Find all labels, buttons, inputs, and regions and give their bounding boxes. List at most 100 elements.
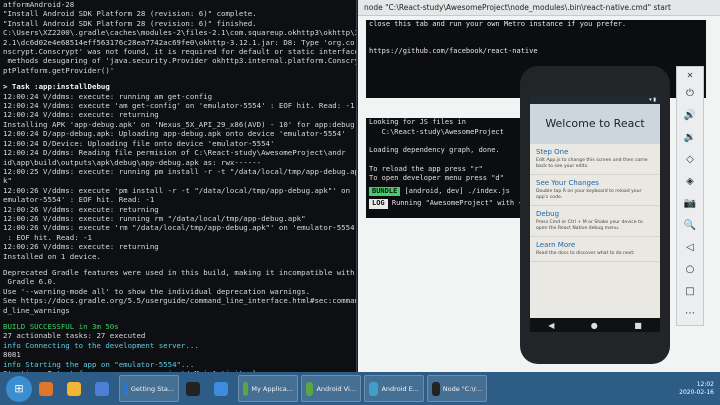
- terminal-line: C:\Users\XZ2200\.gradle\caches\modules-2…: [3, 28, 357, 38]
- welcome-section: Debug Press Cmd or Ctrl + M or Shake your…: [530, 206, 660, 237]
- terminal-line: > Task :app:installDebug: [3, 82, 110, 92]
- emulator-status-bar: ▾ ▮: [530, 96, 660, 104]
- section-body: Double tap R on your keyboard to reload …: [536, 189, 642, 200]
- emulator-toolbar: ✕ ⏻ 🔊 🔉 ◇ ◈ 📷 🔍 ◁ ○ □ ⋯: [676, 66, 704, 326]
- emulator-back-icon[interactable]: ◁: [680, 237, 700, 257]
- terminal-line: 12:00:26 V/ddms: execute: running rm "/d…: [3, 213, 306, 223]
- terminal-line: ptPlatform.getProvider()': [3, 65, 115, 75]
- terminal-line: See https://docs.gradle.org/5.5/userguid…: [3, 296, 357, 306]
- section-heading: See Your Changes: [536, 179, 599, 187]
- emulator-volume-down-icon[interactable]: 🔉: [680, 127, 700, 147]
- terminal-line: Gradle 6.0.: [3, 277, 57, 287]
- taskbar-item[interactable]: Getting Sta...: [119, 375, 179, 402]
- app-icon: [432, 381, 440, 396]
- app-icon: [39, 381, 53, 396]
- terminal-line: Deprecated Gradle features were used in …: [3, 267, 355, 277]
- taskbar-item[interactable]: [35, 376, 60, 401]
- terminal-line: 12:00:26 V/ddms: execute 'pm install -r …: [3, 185, 357, 195]
- app-icon: [67, 381, 81, 396]
- terminal-line: 12:00:24 V/ddms: execute: running am get…: [3, 91, 213, 101]
- terminal-line: d_line_warnings: [3, 305, 70, 315]
- bundle-badge: BUNDLE: [369, 186, 401, 196]
- taskbar-item[interactable]: Android E...: [364, 375, 424, 402]
- metro-window-title[interactable]: node "C:\React-study\AwesomeProject\node…: [358, 0, 720, 16]
- terminal-line: 12:00:24 V/ddms: execute 'am get-config'…: [3, 101, 355, 111]
- android-emulator[interactable]: ▾ ▮ Welcome to React Step One Edit App.js…: [520, 66, 670, 364]
- terminal-line: 12:00:26 V/ddms: execute: returning: [3, 204, 159, 214]
- terminal-line: 12:00:24 D/Device: Uploading file onto d…: [3, 138, 275, 148]
- emulator-rotate-left-icon[interactable]: ◇: [680, 149, 700, 169]
- emulator-screen[interactable]: ▾ ▮ Welcome to React Step One Edit App.js…: [530, 96, 660, 332]
- taskbar-item-label: Android Vi...: [316, 384, 356, 393]
- taskbar-item[interactable]: My Applica...: [238, 375, 298, 402]
- welcome-section: Learn More Read the docs to discover what…: [530, 237, 660, 262]
- home-icon[interactable]: ●: [591, 321, 598, 330]
- log-text: Running "AwesomeProject" with {": [391, 199, 527, 207]
- emulator-zoom-icon[interactable]: 🔍: [680, 215, 700, 235]
- back-icon[interactable]: ◀: [548, 321, 554, 330]
- terminal-line: : EOF hit. Read: -1: [3, 232, 92, 242]
- taskbar-items: Getting Sta... My Applica... Android Vi...…: [32, 375, 487, 402]
- recent-apps-icon[interactable]: ■: [634, 321, 642, 330]
- emulator-home-icon[interactable]: ○: [680, 259, 700, 279]
- terminal-line: info Connecting to the development serve…: [3, 340, 199, 350]
- section-heading: Debug: [536, 210, 560, 218]
- taskbar-item-label: Node "C:\r...: [442, 384, 482, 393]
- terminal-line: 12:00:24 D/app-debug.apk: Uploading app-…: [3, 129, 346, 139]
- taskbar-item[interactable]: Android Vi...: [301, 375, 361, 402]
- terminal-line: Use '--warning-mode all' to show the ind…: [3, 286, 311, 296]
- emulator-more-icon[interactable]: ⋯: [680, 303, 700, 323]
- terminal-line: info Starting the app on "emulator-5554"…: [3, 359, 195, 369]
- metro-line: close this tab and run your own Metro in…: [369, 20, 627, 28]
- emulator-power-icon[interactable]: ⏻: [680, 83, 700, 103]
- terminal-line: Installing APK 'app-debug.apk' on 'Nexus…: [3, 119, 355, 129]
- taskbar-item[interactable]: [210, 376, 235, 401]
- app-icon: [369, 381, 379, 396]
- system-clock[interactable]: 12:02 2020-02-16: [679, 381, 714, 397]
- terminal-line: emulator-5554' : EOF hit. Read: -1: [3, 195, 155, 205]
- start-button[interactable]: ⊞: [6, 375, 32, 402]
- section-body: Read the docs to discover what to do nex…: [536, 251, 635, 256]
- terminal-line: 2.1\dc6d02e4e68514eff563176c28ea7742ac69…: [3, 37, 355, 47]
- terminal-line: "Install Android SDK Platform 28 (revisi…: [3, 18, 257, 28]
- terminal-line: Installed on 1 device.: [3, 251, 101, 261]
- terminal-line: atformAndroid-28: [3, 0, 75, 9]
- terminal-line: 12:00:24 V/ddms: execute: returning: [3, 110, 159, 120]
- terminal-line: 8081: [3, 350, 21, 360]
- section-heading: Learn More: [536, 241, 576, 249]
- gradle-terminal-window[interactable]: atformAndroid-28 "Install Android SDK Pla…: [0, 0, 357, 372]
- terminal-line: 12:00:24 D/ddms: Reading file permision …: [3, 148, 346, 158]
- terminal-line: 12:00:26 V/ddms: execute: returning: [3, 242, 159, 252]
- log-badge: LOG: [369, 199, 388, 209]
- welcome-header: Welcome to React: [530, 104, 660, 144]
- app-icon: [124, 381, 128, 396]
- emulator-overview-icon[interactable]: □: [680, 281, 700, 301]
- taskbar-item[interactable]: Node "C:\r...: [427, 375, 487, 402]
- terminal-line: 12:00:26 V/ddms: execute 'rm "/data/loca…: [3, 223, 357, 233]
- app-icon: [95, 381, 109, 396]
- emulator-rotate-right-icon[interactable]: ◈: [680, 171, 700, 191]
- bundle-text: [android, dev] ./index.js: [404, 186, 510, 195]
- app-icon: [214, 381, 228, 396]
- taskbar-item[interactable]: [63, 376, 88, 401]
- taskbar-item[interactable]: [91, 376, 116, 401]
- terminal-line: k": [3, 176, 12, 186]
- system-tray: 12:02 2020-02-16: [630, 372, 720, 405]
- terminal-line: "Install Android SDK Platform 28 (revisi…: [3, 9, 257, 19]
- section-heading: Step One: [536, 148, 569, 156]
- welcome-section: Step One Edit App.js to change this scree…: [530, 144, 660, 175]
- app-icon: [243, 381, 249, 396]
- clock-date: 2020-02-16: [679, 388, 714, 396]
- taskbar-item-label: Getting Sta...: [130, 384, 174, 393]
- taskbar-item[interactable]: [182, 376, 207, 401]
- terminal-line: 27 actionable tasks: 27 executed: [3, 331, 146, 341]
- windows-taskbar: ⊞ Getting Sta... My Applica... Android Vi.…: [0, 372, 720, 405]
- terminal-line: id\app\build\outputs\apk\debug\app-debug…: [3, 157, 262, 167]
- emulator-volume-up-icon[interactable]: 🔊: [680, 105, 700, 125]
- emulator-camera-icon[interactable]: 📷: [680, 193, 700, 213]
- emulator-close-icon[interactable]: ✕: [680, 69, 700, 81]
- metro-line: [366, 29, 706, 38]
